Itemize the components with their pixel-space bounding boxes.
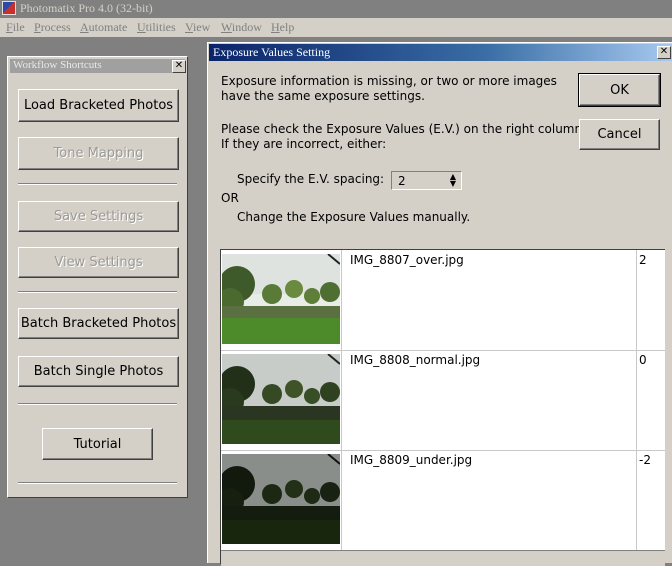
divider: [18, 291, 177, 293]
or-label: OR: [221, 191, 239, 205]
divider: [18, 482, 177, 484]
save-settings-button[interactable]: Save Settings: [18, 201, 179, 232]
thumbnail-cell: [221, 350, 342, 450]
tutorial-button[interactable]: Tutorial: [42, 428, 153, 460]
dialog-close-button[interactable]: ✕: [657, 46, 671, 59]
ok-button[interactable]: OK: [578, 73, 661, 107]
thumbnail-cell: [221, 450, 342, 550]
view-settings-button[interactable]: View Settings: [18, 247, 179, 278]
menu-help[interactable]: Help: [271, 20, 294, 35]
ev-spacing-select[interactable]: 2 ▲ ▼: [391, 171, 462, 190]
ev-value-cell[interactable]: 0: [637, 350, 665, 450]
divider: [18, 403, 177, 405]
close-icon: ✕: [174, 60, 184, 71]
file-name-cell: IMG_8808_normal.jpg: [342, 350, 637, 450]
file-name-cell: IMG_8807_over.jpg: [342, 250, 637, 350]
image-ev-table: IMG_8807_over.jpg 2 IMG_8808_normal.jpg …: [220, 249, 665, 566]
ev-spacing-value: 2: [398, 174, 406, 188]
ev-value-cell[interactable]: -2: [637, 450, 665, 550]
thumbnail-cell: [221, 250, 342, 350]
table-scroll-area: [221, 550, 665, 566]
image-thumbnail: [222, 354, 340, 444]
app-title-bar: Photomatix Pro 4.0 (32-bit): [0, 0, 672, 18]
app-icon: [2, 1, 16, 15]
panel-title: Workflow Shortcuts: [13, 59, 102, 71]
menu-window[interactable]: Window: [221, 20, 262, 35]
batch-bracketed-photos-button[interactable]: Batch Bracketed Photos: [18, 308, 179, 339]
divider: [18, 183, 177, 185]
dialog-title-bar[interactable]: Exposure Values Setting ✕: [209, 44, 672, 61]
file-name-cell: IMG_8809_under.jpg: [342, 450, 637, 550]
menu-file[interactable]: File: [6, 20, 25, 35]
workflow-shortcuts-panel: Workflow Shortcuts ✕ Load Bracketed Phot…: [7, 56, 188, 498]
spinner-arrows-icon: ▲ ▼: [449, 172, 456, 188]
menu-bar: File Process Automate Utilities View Win…: [0, 18, 672, 38]
batch-single-photos-button[interactable]: Batch Single Photos: [18, 356, 179, 387]
tone-mapping-button[interactable]: Tone Mapping: [18, 137, 179, 170]
app-title: Photomatix Pro 4.0 (32-bit): [20, 1, 153, 15]
check-ev-message: Please check the Exposure Values (E.V.) …: [221, 122, 586, 151]
menu-process[interactable]: Process: [34, 20, 71, 35]
menu-automate[interactable]: Automate: [80, 20, 127, 35]
image-thumbnail: [222, 454, 340, 544]
menu-view[interactable]: View: [185, 20, 210, 35]
table-row[interactable]: IMG_8808_normal.jpg 0: [221, 350, 665, 451]
close-icon: ✕: [659, 46, 669, 57]
panel-title-bar[interactable]: Workflow Shortcuts ✕: [10, 59, 186, 73]
panel-close-button[interactable]: ✕: [172, 60, 186, 73]
image-thumbnail: [222, 254, 340, 344]
cancel-button[interactable]: Cancel: [579, 119, 660, 150]
table-row[interactable]: IMG_8809_under.jpg -2: [221, 450, 665, 551]
exposure-values-dialog: Exposure Values Setting ✕ Exposure infor…: [207, 42, 672, 566]
table-row[interactable]: IMG_8807_over.jpg 2: [221, 250, 665, 351]
missing-exposure-message: Exposure information is missing, or two …: [221, 74, 557, 103]
manual-ev-label: Change the Exposure Values manually.: [237, 210, 471, 224]
menu-utilities[interactable]: Utilities: [137, 20, 176, 35]
ev-value-cell[interactable]: 2: [637, 250, 665, 350]
ev-spacing-label: Specify the E.V. spacing:: [237, 172, 385, 186]
dialog-title: Exposure Values Setting: [213, 45, 331, 59]
load-bracketed-photos-button[interactable]: Load Bracketed Photos: [18, 89, 179, 122]
